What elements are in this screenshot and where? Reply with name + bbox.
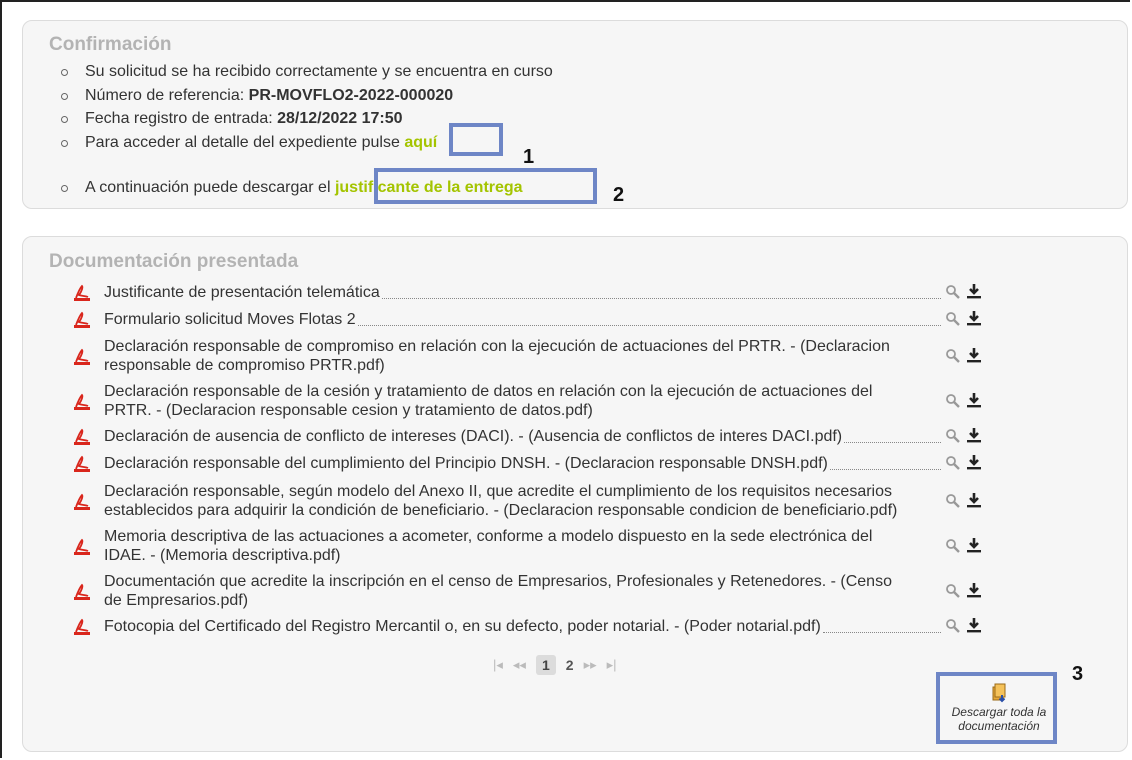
document-title: Formulario solicitud Moves Flotas 2 (104, 310, 356, 329)
magnifier-icon[interactable] (945, 348, 961, 364)
document-title-line: Formulario solicitud Moves Flotas 2 (104, 311, 356, 328)
document-row: Declaración responsable de compromiso en… (73, 337, 981, 377)
entry-date-label: Fecha registro de entrada: (85, 110, 278, 127)
document-title-line: Declaración de ausencia de conflicto de … (104, 428, 843, 445)
magnifier-icon[interactable] (945, 455, 961, 471)
document-title: Justificante de presentación telemática (104, 283, 380, 302)
document-title-line: Memoria descriptiva de las actuaciones a… (104, 528, 873, 545)
first-page-button[interactable]: |◂ (493, 657, 503, 673)
pdf-icon (74, 393, 90, 410)
document-title-line: establecidos para adquirir la condición … (104, 502, 898, 519)
document-title: Fotocopia del Certificado del Registro M… (104, 617, 821, 636)
status-text: Su solicitud se ha recibido correctament… (85, 63, 553, 80)
leader-dots (822, 632, 941, 633)
magnifier-icon[interactable] (945, 311, 961, 327)
download-icon[interactable] (966, 347, 982, 363)
pdf-icon (74, 428, 90, 445)
pdf-icon (74, 348, 90, 365)
document-title: Declaración de ausencia de conflicto de … (104, 427, 842, 446)
download-icon[interactable] (966, 617, 982, 633)
leader-dots (829, 469, 941, 470)
annotation-2: 2 (613, 184, 625, 206)
status-message: Su solicitud se ha recibido correctament… (61, 63, 553, 81)
pagination: |◂ ◂◂ 1 2 ▸▸ ▸| (493, 655, 617, 675)
document-title-line: responsable de compromiso PRTR.pdf) (104, 357, 385, 374)
documentation-title: Documentación presentada (49, 251, 299, 272)
highlight-box-1 (449, 123, 503, 156)
document-row: Formulario solicitud Moves Flotas 2 (73, 310, 981, 330)
document-row: Justificante de presentación telemática (73, 283, 981, 303)
document-title-line: Declaración responsable del cumplimiento… (104, 455, 828, 472)
pdf-icon (74, 455, 90, 472)
entry-date: Fecha registro de entrada: 28/12/2022 17… (61, 110, 403, 128)
document-title: Declaración responsable de compromiso en… (104, 337, 890, 375)
reference-label: Número de referencia: (85, 87, 249, 104)
document-title-line: IDAE. - (Memoria descriptiva.pdf) (104, 547, 341, 564)
leader-dots (357, 325, 941, 326)
pdf-icon (74, 284, 90, 301)
magnifier-icon[interactable] (945, 583, 961, 599)
magnifier-icon[interactable] (945, 284, 961, 300)
entry-date-value: 28/12/2022 17:50 (277, 110, 403, 127)
last-page-button[interactable]: ▸| (607, 657, 617, 673)
highlight-box-2 (374, 168, 597, 204)
magnifier-icon[interactable] (945, 428, 961, 444)
prev-page-button[interactable]: ◂◂ (513, 657, 526, 673)
annotation-3: 3 (1072, 663, 1084, 685)
reference-number: Número de referencia: PR-MOVFLO2-2022-00… (60, 87, 454, 105)
reference-value: PR-MOVFLO2-2022-000020 (248, 87, 454, 104)
leader-dots (844, 442, 941, 443)
pdf-icon (74, 311, 90, 328)
download-icon[interactable] (966, 310, 982, 326)
document-row: Declaración responsable de la cesión y t… (73, 382, 981, 422)
document-title: Declaración responsable del cumplimiento… (104, 454, 828, 473)
document-row: Declaración responsable, según modelo de… (73, 482, 981, 522)
download-icon[interactable] (966, 283, 982, 299)
receipt-label: A continuación puede descargar el (85, 179, 335, 196)
download-icon[interactable] (966, 537, 982, 553)
document-title-line: Documentación que acredite la inscripció… (104, 573, 892, 590)
download-icon[interactable] (966, 392, 982, 408)
document-title-line: Justificante de presentación telemática (104, 284, 380, 301)
document-row: Documentación que acredite la inscripció… (73, 572, 981, 612)
download-icon[interactable] (966, 427, 982, 443)
confirmation-title: Confirmación (49, 34, 172, 55)
document-title-line: Declaración responsable, según modelo de… (104, 483, 893, 500)
leader-dots (381, 298, 941, 299)
magnifier-icon[interactable] (945, 618, 961, 634)
page-2-button[interactable]: 2 (566, 657, 574, 673)
highlight-box-3 (936, 672, 1057, 744)
document-title-line: de Empresarios.pdf) (104, 592, 249, 609)
document-title: Declaración responsable, según modelo de… (104, 482, 897, 520)
pdf-icon (74, 538, 90, 555)
document-row: Declaración responsable del cumplimiento… (73, 454, 981, 474)
expediente-label: Para acceder al detalle del expediente p… (85, 134, 405, 151)
document-title-line: Fotocopia del Certificado del Registro M… (104, 618, 821, 635)
document-title-line: Declaración responsable de la cesión y t… (104, 383, 873, 400)
document-row: Declaración de ausencia de conflicto de … (73, 427, 981, 447)
download-icon[interactable] (966, 582, 982, 598)
magnifier-icon[interactable] (945, 493, 961, 509)
document-row: Memoria descriptiva de las actuaciones a… (73, 527, 981, 567)
document-title: Documentación que acredite la inscripció… (104, 572, 892, 610)
expediente-detail-link[interactable]: aquí (404, 134, 437, 151)
pdf-icon (74, 493, 90, 510)
expediente-detail: Para acceder al detalle del expediente p… (60, 134, 437, 152)
document-title: Memoria descriptiva de las actuaciones a… (104, 527, 872, 565)
magnifier-icon[interactable] (945, 393, 961, 409)
magnifier-icon[interactable] (945, 538, 961, 554)
pdf-icon (74, 618, 90, 635)
download-icon[interactable] (966, 454, 982, 470)
annotation-1: 1 (523, 146, 535, 168)
document-title-line: Declaración responsable de compromiso en… (104, 338, 890, 355)
document-title: Declaración responsable de la cesión y t… (104, 382, 872, 420)
pdf-icon (74, 583, 90, 600)
download-icon[interactable] (966, 492, 982, 508)
document-row: Fotocopia del Certificado del Registro M… (73, 617, 981, 637)
document-title-line: PRTR. - (Declaracion responsable cesion … (104, 402, 593, 419)
next-page-button[interactable]: ▸▸ (584, 657, 597, 673)
page-1-button[interactable]: 1 (535, 655, 556, 675)
